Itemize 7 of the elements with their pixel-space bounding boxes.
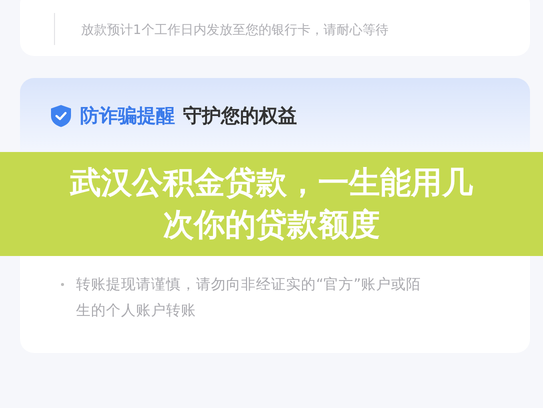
shield-check-icon [50,104,72,128]
bullet-icon [61,283,64,286]
safety-title-highlight: 防诈骗提醒 [80,104,175,129]
tip-text: 转账提现请谨慎，请勿向非经证实的“官方”账户或陌生的个人账户转账 [76,276,422,321]
step-description: 放款预计1个工作日内发放至您的银行卡，请耐心等待 [81,22,388,39]
headline: 武汉公积金贷款，一生能用几次你的贷款额度 [68,164,474,245]
safety-title: 守护您的权益 [183,104,297,129]
